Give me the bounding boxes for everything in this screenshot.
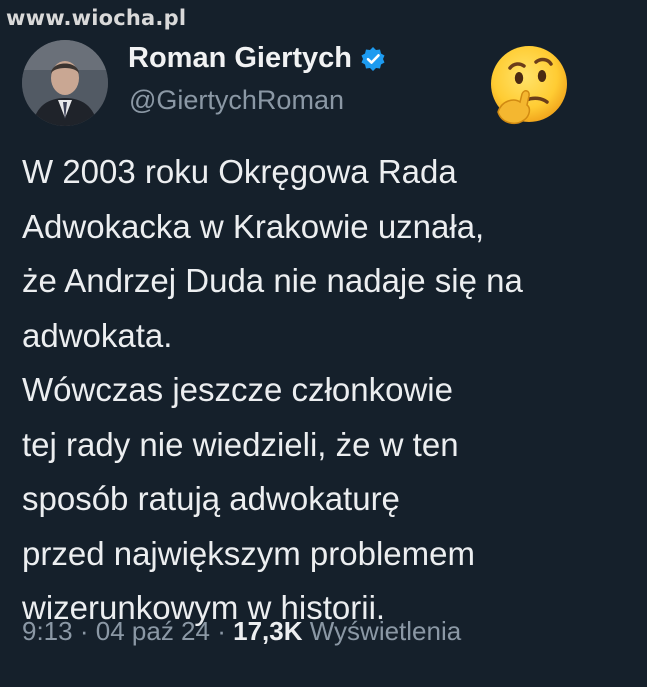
tweet-line: tej rady nie wiedzieli, że w ten <box>22 425 459 463</box>
views-count[interactable]: 17,3K <box>233 616 302 646</box>
tweet-line: Adwokacka w Krakowie uznała, <box>22 207 485 245</box>
tweet-time[interactable]: 9:13 <box>22 616 73 646</box>
meta-separator: · <box>217 616 226 646</box>
tweet-date[interactable]: 04 paź 24 <box>96 616 210 646</box>
author-name[interactable]: Roman Giertych <box>128 42 352 75</box>
tweet-line: sposób ratują adwokaturę <box>22 480 400 517</box>
tweet-line: Wówczas jeszcze członkowie <box>22 371 453 408</box>
tweet-line: W 2003 roku Okręgowa Rada <box>22 153 457 190</box>
tweet-line: że Andrzej Duda nie nadaje się na <box>22 262 523 299</box>
author-handle[interactable]: @GiertychRoman <box>129 85 344 116</box>
author-row: Roman Giertych <box>128 42 386 75</box>
tweet-text: W 2003 roku Okręgowa Rada Adwokacka w Kr… <box>22 145 632 636</box>
meta-separator: · <box>79 616 89 646</box>
tweet-meta: 9:13 · 04 paź 24 · 17,3K Wyświetlenia <box>22 616 461 647</box>
tweet-line: przed największym problemem <box>22 534 475 572</box>
verified-badge-icon <box>360 46 386 72</box>
avatar-photo <box>22 40 108 126</box>
views-label[interactable]: Wyświetlenia <box>310 616 461 646</box>
thinking-face-icon <box>484 42 570 128</box>
watermark: www.wiocha.pl <box>6 6 187 30</box>
tweet-line: adwokata. <box>22 316 173 354</box>
avatar[interactable] <box>22 40 108 126</box>
